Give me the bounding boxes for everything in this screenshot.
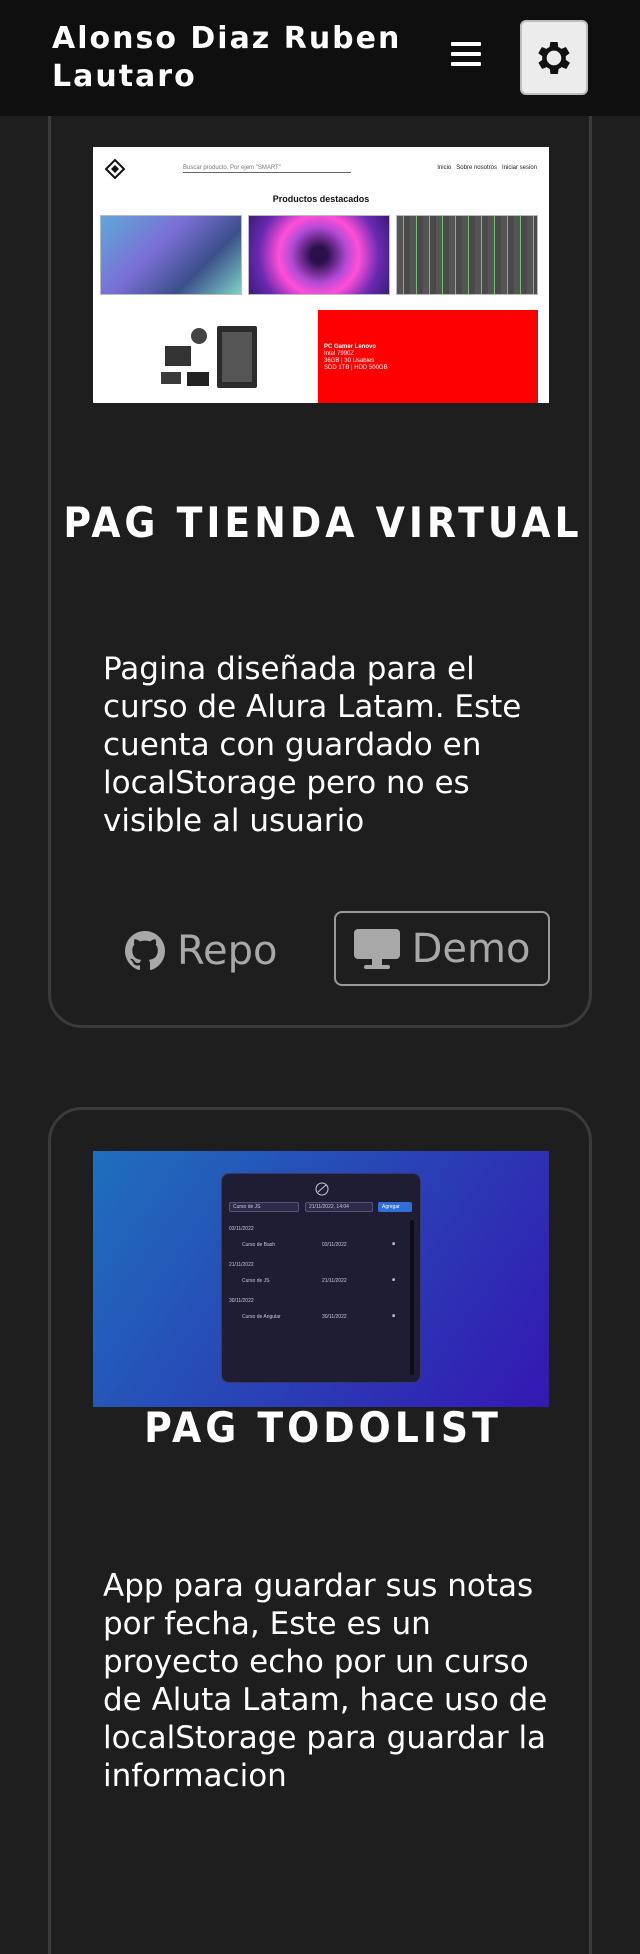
trash-icon: ■ xyxy=(392,1277,396,1283)
store-logo-icon xyxy=(105,159,125,179)
store-nav-about: Sobre nosotros xyxy=(456,165,497,171)
project-preview-image: Buscar producto. Por ejem "SMART" Inicio… xyxy=(93,147,549,403)
project-title: PAG TODOLIST xyxy=(144,1403,502,1452)
store-nav-home: Inicio xyxy=(437,165,452,171)
todo-input-text: Curso de JS xyxy=(233,1204,261,1210)
promo-banner: PC Gamer Lenovo Intel 7990Z 36GB | 30 Us… xyxy=(318,310,538,403)
todo-task: Curso de Bash xyxy=(242,1242,276,1248)
trash-icon: ■ xyxy=(392,1241,396,1247)
store-tile-neon-tunnel xyxy=(248,215,390,295)
todo-task-input: Curso de JS xyxy=(229,1202,299,1212)
store-heading: Productos destacados xyxy=(272,194,370,204)
todo-add-label: Agregar xyxy=(382,1204,400,1210)
todo-group-date: 03/11/2022 xyxy=(229,1226,254,1232)
store-tile-gaming-setup xyxy=(100,215,242,295)
trash-icon: ■ xyxy=(392,1313,396,1319)
site-brand[interactable]: Alonso Diaz Ruben Lautaro xyxy=(52,20,432,96)
pc-components-image xyxy=(161,326,257,388)
demo-label: Demo xyxy=(411,925,531,972)
todo-date-input: 21/11/2022, 14:04 xyxy=(305,1202,373,1212)
theme-toggle-button[interactable] xyxy=(520,20,588,95)
project-description: Pagina diseñada para el curso de Alura L… xyxy=(103,651,522,839)
todo-task: Curso de JS xyxy=(242,1278,270,1284)
gear-icon xyxy=(538,41,570,74)
todo-scrollbar xyxy=(410,1220,414,1375)
repo-label: Repo xyxy=(177,928,278,974)
promo-title: PC Gamer Lenovo xyxy=(324,344,377,350)
site-header: Alonso Diaz Ruben Lautaro xyxy=(0,0,640,116)
store-tile-matrix-code xyxy=(396,215,538,295)
todo-date-text: 21/11/2022, 14:04 xyxy=(309,1204,349,1210)
todo-task-date: 03/11/2022 xyxy=(322,1242,347,1248)
todo-add-button: Agregar xyxy=(378,1202,412,1212)
store-nav: Inicio Sobre nosotros Iniciar sesion xyxy=(437,165,537,171)
promo-line: 36GB | 30 Usables xyxy=(324,358,375,364)
project-card-tienda: Buscar producto. Por ejem "SMART" Inicio… xyxy=(48,80,592,1028)
promo-line: SDD 1TB | HDD 500GB xyxy=(324,365,388,371)
store-nav-login: Iniciar sesion xyxy=(501,165,537,171)
project-preview-image: Curso de JS 21/11/2022, 14:04 Agregar 03… xyxy=(93,1151,549,1407)
hamburger-menu-icon[interactable] xyxy=(451,42,481,70)
project-description: App para guardar sus notas por fecha, Es… xyxy=(103,1568,548,1794)
todo-app-panel: Curso de JS 21/11/2022, 14:04 Agregar 03… xyxy=(221,1173,421,1383)
store-search-input: Buscar producto. Por ejem "SMART" xyxy=(183,165,351,173)
todo-group-date: 30/11/2022 xyxy=(229,1298,254,1304)
todo-task-date: 30/11/2022 xyxy=(322,1314,347,1320)
todo-group-date: 21/11/2022 xyxy=(229,1262,254,1268)
github-icon xyxy=(125,931,165,971)
todo-task-date: 21/11/2022 xyxy=(322,1278,347,1284)
repo-link[interactable]: Repo xyxy=(125,921,277,981)
project-title: PAG TIENDA VIRTUAL xyxy=(63,498,583,547)
monitor-icon xyxy=(353,928,400,969)
todo-logo-icon xyxy=(315,1182,329,1196)
demo-button[interactable]: Demo xyxy=(334,911,550,986)
project-card-todolist: Curso de JS 21/11/2022, 14:04 Agregar 03… xyxy=(48,1107,592,1954)
promo-line: Intel 7990Z xyxy=(324,351,355,357)
todo-task: Curso de Angular xyxy=(242,1314,281,1320)
